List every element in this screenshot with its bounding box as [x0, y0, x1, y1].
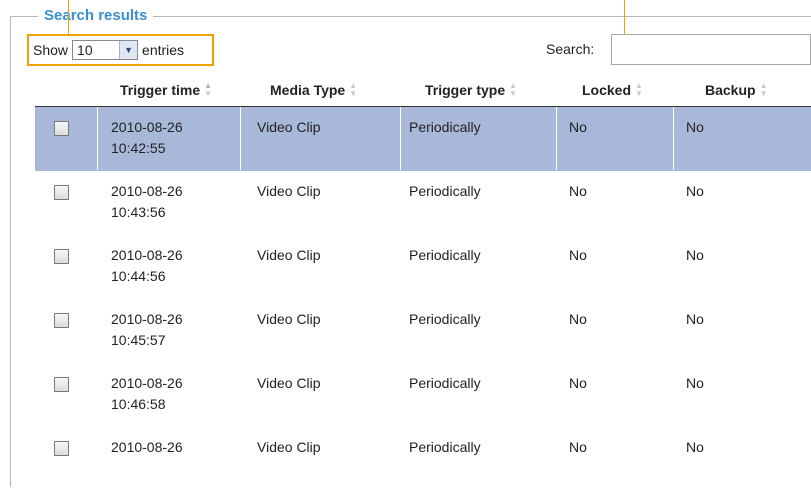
column-header-trigger-type[interactable]: Trigger type ▲ ▼ — [425, 81, 518, 99]
search-input[interactable] — [611, 34, 811, 65]
row-checkbox[interactable] — [54, 121, 69, 136]
sort-icon: ▲ ▼ — [509, 81, 518, 98]
table-row[interactable]: 2010-08-26 10:44:56 Video Clip Periodica… — [35, 235, 811, 299]
column-divider — [673, 107, 674, 170]
row-checkbox[interactable] — [54, 377, 69, 392]
column-header-trigger-time[interactable]: Trigger time ▲ ▼ — [120, 81, 213, 99]
locked-cell: No — [569, 439, 587, 455]
row-checkbox[interactable] — [54, 249, 69, 264]
locked-cell: No — [569, 311, 587, 327]
date-text: 2010-08-26 — [111, 247, 183, 263]
show-label: Show — [33, 42, 69, 58]
media-type-cell: Video Clip — [257, 183, 321, 199]
column-label: Backup — [705, 82, 756, 98]
column-header-media-type[interactable]: Media Type ▲ ▼ — [270, 81, 358, 99]
table-row[interactable]: 2010-08-26 10:45:57 Video Clip Periodica… — [35, 299, 811, 363]
time-text: 10:42:55 — [111, 140, 166, 156]
column-divider — [400, 107, 401, 170]
column-header-locked[interactable]: Locked ▲ ▼ — [582, 81, 643, 99]
media-type-cell: Video Clip — [257, 375, 321, 391]
media-type-cell: Video Clip — [257, 247, 321, 263]
sort-icon: ▲ ▼ — [349, 81, 358, 98]
trigger-time-cell: 2010-08-26 10:43:56 — [111, 181, 183, 223]
entries-select[interactable]: 10 ▼ — [72, 40, 139, 60]
search-label: Search: — [546, 41, 595, 57]
trigger-type-cell: Periodically — [409, 183, 481, 199]
media-type-cell: Video Clip — [257, 439, 321, 455]
column-label: Media Type — [270, 82, 346, 98]
column-divider — [240, 107, 241, 170]
column-label: Trigger time — [120, 82, 201, 98]
time-text: 10:44:56 — [111, 268, 166, 284]
date-text: 2010-08-26 — [111, 439, 183, 455]
backup-cell: No — [686, 183, 704, 199]
chevron-down-icon[interactable]: ▼ — [119, 41, 138, 59]
locked-cell: No — [569, 119, 587, 135]
date-text: 2010-08-26 — [111, 375, 183, 391]
trigger-type-cell: Periodically — [409, 439, 481, 455]
backup-cell: No — [686, 375, 704, 391]
media-type-cell: Video Clip — [257, 119, 321, 135]
table-header: Trigger time ▲ ▼ Media Type ▲ ▼ Trigger ty… — [35, 74, 811, 107]
locked-cell: No — [569, 183, 587, 199]
time-text: 10:45:57 — [111, 332, 166, 348]
column-divider — [556, 107, 557, 170]
locked-cell: No — [569, 375, 587, 391]
column-header-backup[interactable]: Backup ▲ ▼ — [705, 81, 768, 99]
row-checkbox[interactable] — [54, 441, 69, 456]
column-divider — [97, 107, 98, 170]
row-checkbox[interactable] — [54, 313, 69, 328]
table-row[interactable]: 2010-08-26 10:46:58 Video Clip Periodica… — [35, 363, 811, 427]
row-checkbox[interactable] — [54, 185, 69, 200]
trigger-time-cell: 2010-08-26 10:42:55 — [111, 117, 183, 159]
table-row[interactable]: 2010-08-26 10:42:55 Video Clip Periodica… — [35, 107, 811, 171]
date-text: 2010-08-26 — [111, 183, 183, 199]
sort-icon: ▲ ▼ — [759, 81, 768, 98]
trigger-type-cell: Periodically — [409, 119, 481, 135]
show-entries-control: Show 10 ▼ entries — [27, 34, 214, 66]
panel-legend: Search results — [38, 7, 154, 24]
callout-line-show — [68, 0, 69, 34]
date-text: 2010-08-26 — [111, 119, 183, 135]
date-text: 2010-08-26 — [111, 311, 183, 327]
backup-cell: No — [686, 247, 704, 263]
column-label: Locked — [582, 82, 632, 98]
trigger-type-cell: Periodically — [409, 247, 481, 263]
trigger-type-cell: Periodically — [409, 311, 481, 327]
table-row[interactable]: 2010-08-26 Video Clip Periodically No No — [35, 427, 811, 491]
locked-cell: No — [569, 247, 587, 263]
backup-cell: No — [686, 119, 704, 135]
trigger-time-cell: 2010-08-26 10:44:56 — [111, 245, 183, 287]
table-row[interactable]: 2010-08-26 10:43:56 Video Clip Periodica… — [35, 171, 811, 235]
entries-value: 10 — [77, 42, 93, 58]
trigger-type-cell: Periodically — [409, 375, 481, 391]
entries-label: entries — [142, 42, 185, 58]
time-text: 10:43:56 — [111, 204, 166, 220]
sort-icon: ▲ ▼ — [204, 81, 213, 98]
time-text: 10:46:58 — [111, 396, 166, 412]
column-label: Trigger type — [425, 82, 506, 98]
sort-icon: ▲ ▼ — [635, 81, 643, 98]
backup-cell: No — [686, 439, 704, 455]
backup-cell: No — [686, 311, 704, 327]
media-type-cell: Video Clip — [257, 311, 321, 327]
trigger-time-cell: 2010-08-26 10:45:57 — [111, 309, 183, 351]
trigger-time-cell: 2010-08-26 — [111, 437, 183, 458]
trigger-time-cell: 2010-08-26 10:46:58 — [111, 373, 183, 415]
